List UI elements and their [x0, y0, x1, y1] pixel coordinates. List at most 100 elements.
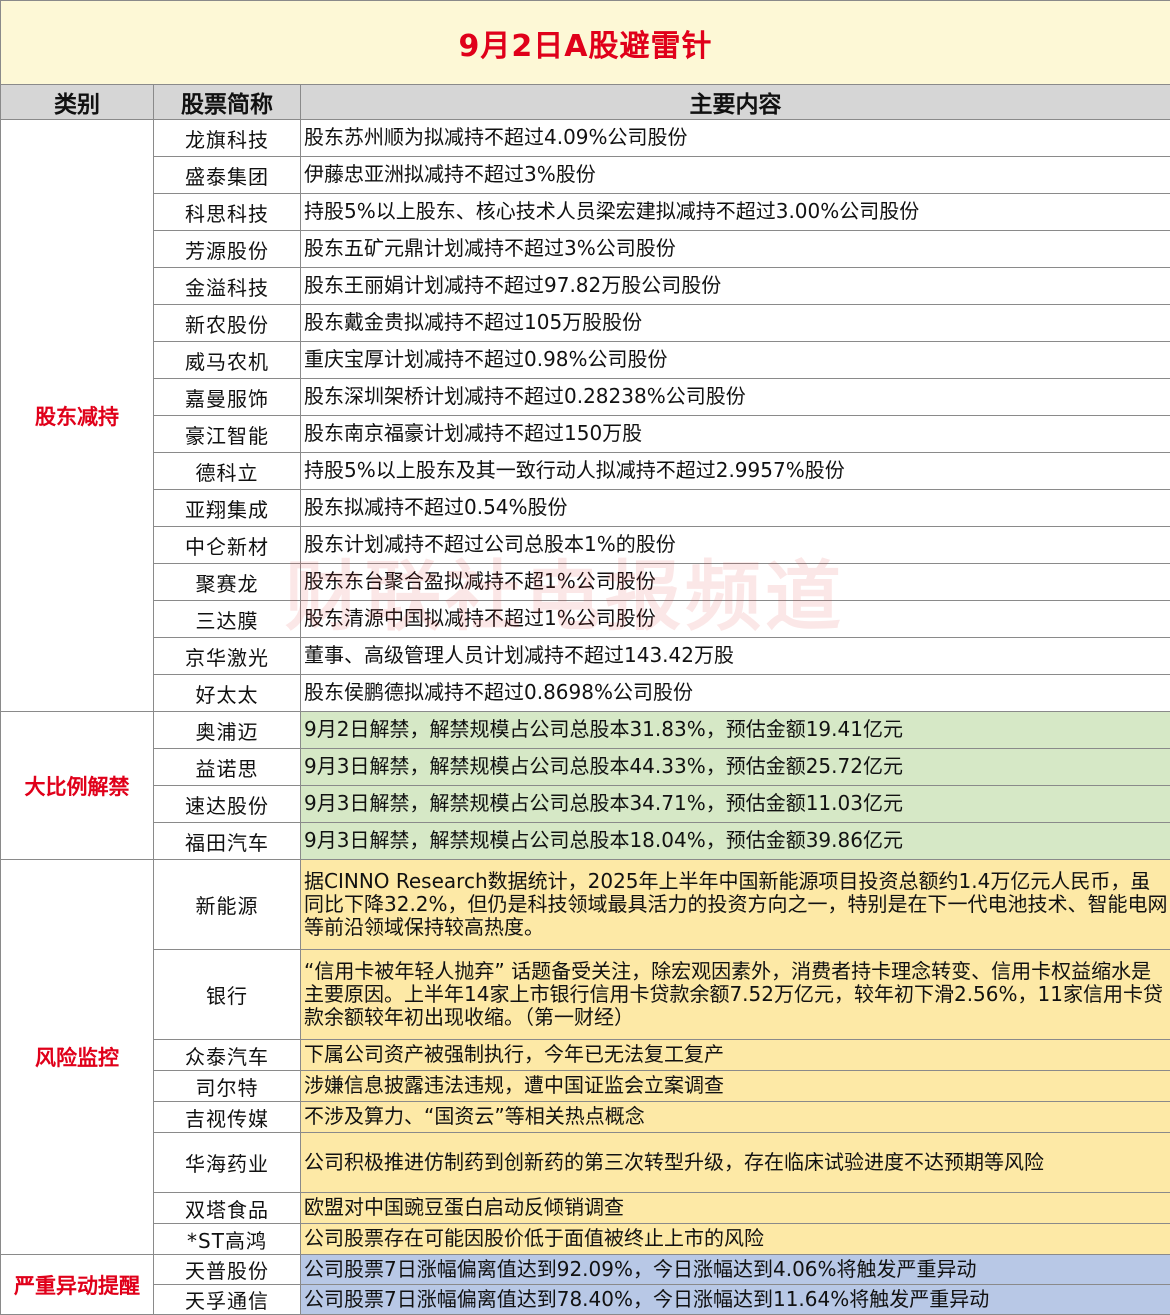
stock-name: 众泰汽车 [154, 1040, 301, 1071]
table-row: 好太太 股东侯鹏德拟减持不超过0.8698%公司股份 [1, 675, 1170, 712]
table-row: 大比例解禁 奥浦迈 9月2日解禁，解禁规模占公司总股本31.83%，预估金额19… [1, 712, 1170, 749]
stock-name: 福田汽车 [154, 823, 301, 860]
table-row: 金溢科技 股东王丽娟计划减持不超过97.82万股公司股份 [1, 268, 1170, 305]
table-row: 福田汽车 9月3日解禁，解禁规模占公司总股本18.04%，预估金额39.86亿元 [1, 823, 1170, 860]
stock-name: 亚翔集成 [154, 490, 301, 527]
table-row: 中仑新材 股东计划减持不超过公司总股本1%的股份 [1, 527, 1170, 564]
stock-name: 芳源股份 [154, 231, 301, 268]
stock-name: 德科立 [154, 453, 301, 490]
table-row: 威马农机 重庆宝厚计划减持不超过0.98%公司股份 [1, 342, 1170, 379]
table-row: 盛泰集团 伊藤忠亚洲拟减持不超过3%股份 [1, 157, 1170, 194]
stock-warning-table: 9月2日A股避雷针 类别 股票简称 主要内容 股东减持 龙旗科技 股东苏州顺为拟… [0, 0, 1170, 1315]
stock-name: 天孚通信 [154, 1285, 301, 1315]
stock-name: 双塔食品 [154, 1193, 301, 1224]
row-content: 公司股票7日涨幅偏离值达到92.09%，今日涨幅达到4.06%将触发严重异动 [301, 1255, 1170, 1285]
row-content: 9月2日解禁，解禁规模占公司总股本31.83%，预估金额19.41亿元 [301, 712, 1170, 749]
stock-name: 益诺思 [154, 749, 301, 786]
stock-name: 龙旗科技 [154, 120, 301, 157]
table-row: 嘉曼服饰 股东深圳架桥计划减持不超过0.28238%公司股份 [1, 379, 1170, 416]
row-content: 股东苏州顺为拟减持不超过4.09%公司股份 [301, 120, 1170, 157]
stock-name: 吉视传媒 [154, 1102, 301, 1133]
row-content: 股东王丽娟计划减持不超过97.82万股公司股份 [301, 268, 1170, 305]
category-cell: 风险监控 [1, 860, 154, 1255]
table-row: 双塔食品 欧盟对中国豌豆蛋白启动反倾销调查 [1, 1193, 1170, 1224]
table-row: 京华激光 董事、高级管理人员计划减持不超过143.42万股 [1, 638, 1170, 675]
stock-name: 嘉曼服饰 [154, 379, 301, 416]
row-content: 股东东台聚合盈拟减持不超1%公司股份 [301, 564, 1170, 601]
row-content: 9月3日解禁，解禁规模占公司总股本44.33%，预估金额25.72亿元 [301, 749, 1170, 786]
table-row: *ST高鸿 公司股票存在可能因股价低于面值被终止上市的风险 [1, 1224, 1170, 1255]
stock-name: 三达膜 [154, 601, 301, 638]
table-row: 银行 “信用卡被年轻人抛弃” 话题备受关注，除宏观因素外，消费者持卡理念转变、信… [1, 950, 1170, 1040]
row-content: 重庆宝厚计划减持不超过0.98%公司股份 [301, 342, 1170, 379]
table-row: 风险监控 新能源 据CINNO Research数据统计，2025年上半年中国新… [1, 860, 1170, 950]
stock-name: 华海药业 [154, 1133, 301, 1193]
stock-name: 聚赛龙 [154, 564, 301, 601]
stock-name: 新农股份 [154, 305, 301, 342]
table-row: 德科立 持股5%以上股东及其一致行动人拟减持不超过2.9957%股份 [1, 453, 1170, 490]
stock-name: 新能源 [154, 860, 301, 950]
row-content: 公司积极推进仿制药到创新药的第三次转型升级，存在临床试验进度不达预期等风险 [301, 1133, 1170, 1193]
table-row: 聚赛龙 股东东台聚合盈拟减持不超1%公司股份 [1, 564, 1170, 601]
table-row: 亚翔集成 股东拟减持不超过0.54%股份 [1, 490, 1170, 527]
category-cell: 严重异动提醒 [1, 1255, 154, 1315]
row-content: 公司股票存在可能因股价低于面值被终止上市的风险 [301, 1224, 1170, 1255]
row-content: 伊藤忠亚洲拟减持不超过3%股份 [301, 157, 1170, 194]
row-content: 9月3日解禁，解禁规模占公司总股本18.04%，预估金额39.86亿元 [301, 823, 1170, 860]
stock-name: 中仑新材 [154, 527, 301, 564]
row-content: 股东拟减持不超过0.54%股份 [301, 490, 1170, 527]
row-content: 公司股票7日涨幅偏离值达到78.40%，今日涨幅达到11.64%将触发严重异动 [301, 1285, 1170, 1315]
header-category: 类别 [1, 85, 154, 120]
row-content: “信用卡被年轻人抛弃” 话题备受关注，除宏观因素外，消费者持卡理念转变、信用卡权… [301, 950, 1170, 1040]
table-row: 新农股份 股东戴金贵拟减持不超过105万股股份 [1, 305, 1170, 342]
category-cell: 股东减持 [1, 120, 154, 712]
table-row: 华海药业 公司积极推进仿制药到创新药的第三次转型升级，存在临床试验进度不达预期等… [1, 1133, 1170, 1193]
stock-name: 奥浦迈 [154, 712, 301, 749]
row-content: 持股5%以上股东及其一致行动人拟减持不超过2.9957%股份 [301, 453, 1170, 490]
table-row: 众泰汽车 下属公司资产被强制执行，今年已无法复工复产 [1, 1040, 1170, 1071]
row-content: 不涉及算力、“国资云”等相关热点概念 [301, 1102, 1170, 1133]
table-row: 股东减持 龙旗科技 股东苏州顺为拟减持不超过4.09%公司股份 [1, 120, 1170, 157]
table-row: 天孚通信 公司股票7日涨幅偏离值达到78.40%，今日涨幅达到11.64%将触发… [1, 1285, 1170, 1315]
row-content: 涉嫌信息披露违法违规，遭中国证监会立案调查 [301, 1071, 1170, 1102]
header-stock-name: 股票简称 [154, 85, 301, 120]
stock-name: 司尔特 [154, 1071, 301, 1102]
table-row: 吉视传媒 不涉及算力、“国资云”等相关热点概念 [1, 1102, 1170, 1133]
row-content: 股东南京福豪计划减持不超过150万股 [301, 416, 1170, 453]
row-content: 持股5%以上股东、核心技术人员梁宏建拟减持不超过3.00%公司股份 [301, 194, 1170, 231]
category-cell: 大比例解禁 [1, 712, 154, 860]
table-row: 速达股份 9月3日解禁，解禁规模占公司总股本34.71%，预估金额11.03亿元 [1, 786, 1170, 823]
stock-name: 威马农机 [154, 342, 301, 379]
stock-name: 豪江智能 [154, 416, 301, 453]
table-row: 芳源股份 股东五矿元鼎计划减持不超过3%公司股份 [1, 231, 1170, 268]
stock-name: 京华激光 [154, 638, 301, 675]
stock-name: *ST高鸿 [154, 1224, 301, 1255]
header-row: 类别 股票简称 主要内容 [1, 85, 1170, 120]
table-row: 益诺思 9月3日解禁，解禁规模占公司总股本44.33%，预估金额25.72亿元 [1, 749, 1170, 786]
stock-name: 好太太 [154, 675, 301, 712]
stock-name: 速达股份 [154, 786, 301, 823]
row-content: 欧盟对中国豌豆蛋白启动反倾销调查 [301, 1193, 1170, 1224]
row-content: 据CINNO Research数据统计，2025年上半年中国新能源项目投资总额约… [301, 860, 1170, 950]
row-content: 股东五矿元鼎计划减持不超过3%公司股份 [301, 231, 1170, 268]
table-row: 司尔特 涉嫌信息披露违法违规，遭中国证监会立案调查 [1, 1071, 1170, 1102]
stock-name: 盛泰集团 [154, 157, 301, 194]
header-main-content: 主要内容 [301, 85, 1170, 120]
stock-name: 银行 [154, 950, 301, 1040]
row-content: 股东侯鹏德拟减持不超过0.8698%公司股份 [301, 675, 1170, 712]
row-content: 股东清源中国拟减持不超过1%公司股份 [301, 601, 1170, 638]
row-content: 9月3日解禁，解禁规模占公司总股本34.71%，预估金额11.03亿元 [301, 786, 1170, 823]
table-row: 严重异动提醒 天普股份 公司股票7日涨幅偏离值达到92.09%，今日涨幅达到4.… [1, 1255, 1170, 1285]
stock-name: 科思科技 [154, 194, 301, 231]
row-content: 股东计划减持不超过公司总股本1%的股份 [301, 527, 1170, 564]
row-content: 董事、高级管理人员计划减持不超过143.42万股 [301, 638, 1170, 675]
row-content: 股东戴金贵拟减持不超过105万股股份 [301, 305, 1170, 342]
table-row: 豪江智能 股东南京福豪计划减持不超过150万股 [1, 416, 1170, 453]
stock-name: 金溢科技 [154, 268, 301, 305]
stock-name: 天普股份 [154, 1255, 301, 1285]
row-content: 下属公司资产被强制执行，今年已无法复工复产 [301, 1040, 1170, 1071]
table-row: 科思科技 持股5%以上股东、核心技术人员梁宏建拟减持不超过3.00%公司股份 [1, 194, 1170, 231]
page-title: 9月2日A股避雷针 [1, 1, 1170, 85]
row-content: 股东深圳架桥计划减持不超过0.28238%公司股份 [301, 379, 1170, 416]
table-row: 三达膜 股东清源中国拟减持不超过1%公司股份 [1, 601, 1170, 638]
